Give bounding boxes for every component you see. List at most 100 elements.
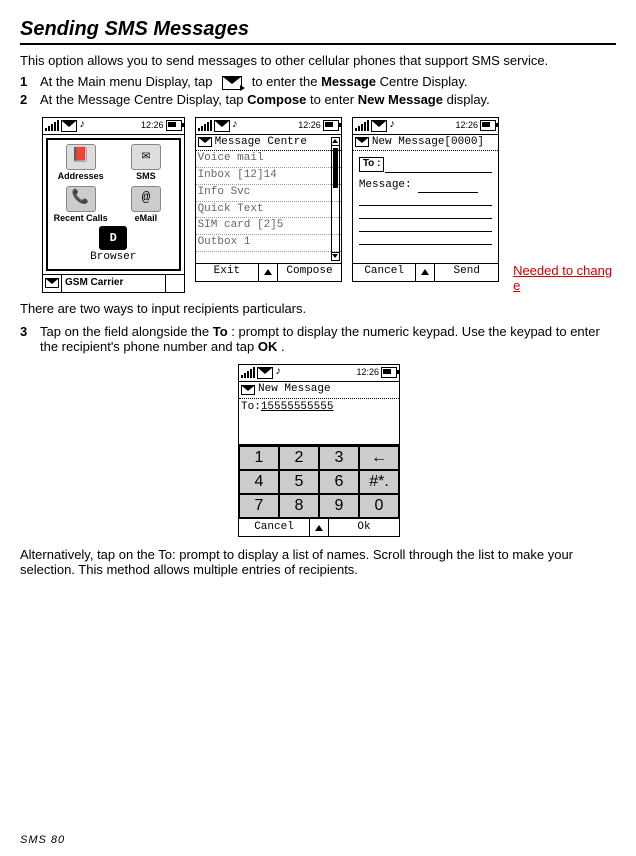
key-4[interactable]: 4 bbox=[239, 470, 279, 494]
music-icon: ♪ bbox=[232, 119, 239, 133]
screen-title-row: Message Centre bbox=[196, 135, 341, 152]
home-sms[interactable]: ✉ SMS bbox=[117, 144, 174, 182]
key-6[interactable]: 6 bbox=[319, 470, 359, 494]
compose-body: New Message[0000] To : Message: bbox=[353, 135, 498, 263]
cancel-button[interactable]: Cancel bbox=[353, 265, 416, 279]
list-item-inbox[interactable]: Inbox [12]14 bbox=[196, 168, 341, 185]
list-item-voicemail[interactable]: Voice mail bbox=[196, 151, 341, 168]
signal-icon bbox=[45, 120, 59, 131]
key-8[interactable]: 8 bbox=[279, 494, 319, 518]
envelope-icon bbox=[257, 367, 273, 379]
signal-icon bbox=[241, 367, 255, 378]
home-recent-calls[interactable]: 📞 Recent Calls bbox=[52, 186, 109, 224]
list-item-simcard[interactable]: SIM card [2]5 bbox=[196, 218, 341, 235]
message-input-line[interactable] bbox=[359, 232, 492, 245]
music-icon: ♪ bbox=[389, 119, 396, 133]
to-input-line[interactable] bbox=[385, 162, 492, 173]
up-arrow-button[interactable] bbox=[309, 519, 329, 536]
scroll-up-icon[interactable] bbox=[332, 138, 339, 146]
envelope-icon bbox=[355, 137, 369, 147]
list-item-outbox[interactable]: Outbox 1 bbox=[196, 235, 341, 252]
step-number: 1 bbox=[20, 74, 40, 90]
to-prompt[interactable]: To : bbox=[359, 157, 385, 172]
key-backspace[interactable]: ← bbox=[359, 446, 399, 470]
list-item-infosvc[interactable]: Info Svc bbox=[196, 185, 341, 202]
clock-text: 12:26 bbox=[356, 367, 379, 378]
addresses-label: Addresses bbox=[52, 171, 109, 182]
key-9[interactable]: 9 bbox=[319, 494, 359, 518]
sms-label: SMS bbox=[117, 171, 174, 182]
home-browser[interactable]: D Browser bbox=[52, 226, 175, 265]
scrollbar[interactable] bbox=[331, 137, 340, 261]
compose-button[interactable]: Compose bbox=[278, 265, 341, 279]
signal-icon bbox=[355, 120, 369, 131]
envelope-icon bbox=[198, 137, 212, 147]
home-screen: ♪ 12:26 📕 Addresses ✉ SMS 📞 Recent Calls bbox=[42, 117, 185, 293]
exit-button[interactable]: Exit bbox=[196, 265, 259, 279]
message-input-line[interactable] bbox=[359, 206, 492, 219]
to-field[interactable]: To:15555555555 bbox=[239, 399, 399, 417]
editor-note: Needed to chang e bbox=[513, 263, 616, 293]
key-5[interactable]: 5 bbox=[279, 470, 319, 494]
recent-calls-label: Recent Calls bbox=[52, 213, 109, 224]
up-arrow-button[interactable] bbox=[258, 264, 278, 281]
music-icon: ♪ bbox=[275, 366, 282, 380]
list-item-quicktext[interactable]: Quick Text bbox=[196, 202, 341, 219]
battery-icon bbox=[381, 367, 397, 378]
screen-title: New Message[0000] bbox=[372, 136, 484, 150]
keypad-body: New Message To:15555555555 bbox=[239, 382, 399, 445]
home-addresses[interactable]: 📕 Addresses bbox=[52, 144, 109, 182]
footer-envelope-icon[interactable] bbox=[43, 275, 62, 292]
step-fragment: At the Message Centre Display, tap bbox=[40, 92, 247, 107]
email-icon: @ bbox=[131, 186, 161, 212]
key-symbols[interactable]: #*. bbox=[359, 470, 399, 494]
scroll-down-icon[interactable] bbox=[332, 252, 339, 260]
step-bold: Compose bbox=[247, 92, 306, 107]
clock-text: 12:26 bbox=[298, 120, 321, 131]
home-body: 📕 Addresses ✉ SMS 📞 Recent Calls @ eMail… bbox=[46, 138, 181, 271]
message-input-line[interactable] bbox=[359, 219, 492, 232]
addresses-icon: 📕 bbox=[66, 144, 96, 170]
email-label: eMail bbox=[117, 213, 174, 224]
soft-button-bar: Exit Compose bbox=[196, 263, 341, 281]
key-7[interactable]: 7 bbox=[239, 494, 279, 518]
message-input-line[interactable] bbox=[359, 193, 492, 206]
scroll-thumb[interactable] bbox=[333, 148, 338, 188]
numeric-keypad: 1 2 3 ← 4 5 6 #*. 7 8 9 0 bbox=[239, 444, 399, 518]
envelope-icon bbox=[214, 120, 230, 132]
sms-compose-icon bbox=[222, 76, 242, 90]
status-bar: ♪ 12:26 bbox=[239, 365, 399, 382]
step-number: 2 bbox=[20, 92, 40, 107]
ok-button[interactable]: Ok bbox=[329, 521, 399, 535]
up-arrow-button[interactable] bbox=[415, 264, 435, 281]
key-0[interactable]: 0 bbox=[359, 494, 399, 518]
step-fragment: Tap on the field alongside the bbox=[40, 324, 213, 339]
send-button[interactable]: Send bbox=[435, 265, 498, 279]
page-title: Sending SMS Messages bbox=[20, 18, 616, 45]
screen-title-row: New Message[0000] bbox=[353, 135, 498, 152]
screen-title-row: New Message bbox=[239, 382, 399, 399]
page-footer: SMS 80 bbox=[20, 834, 65, 846]
clock-text: 12:26 bbox=[456, 120, 479, 131]
message-centre-screen: ♪ 12:26 Message Centre Voice mail Inbox … bbox=[195, 117, 342, 282]
keypad-screen: ♪ 12:26 New Message To:15555555555 1 2 3… bbox=[238, 364, 400, 538]
soft-button-bar: Cancel Send bbox=[353, 263, 498, 281]
step-bold: To bbox=[213, 324, 228, 339]
step-text: At the Message Centre Display, tap Compo… bbox=[40, 92, 616, 107]
step-fragment: At the Main menu Display, tap bbox=[40, 74, 212, 89]
carrier-label: GSM Carrier bbox=[62, 277, 165, 290]
step-fragment: Centre Display. bbox=[380, 74, 468, 89]
key-2[interactable]: 2 bbox=[279, 446, 319, 470]
signal-icon bbox=[198, 120, 212, 131]
cancel-button[interactable]: Cancel bbox=[239, 521, 309, 535]
screen-title: Message Centre bbox=[215, 136, 307, 150]
recent-calls-icon: 📞 bbox=[66, 186, 96, 212]
status-bar: ♪ 12:26 bbox=[353, 118, 498, 135]
sms-icon: ✉ bbox=[131, 144, 161, 170]
intro-text: This option allows you to send messages … bbox=[20, 53, 616, 68]
key-1[interactable]: 1 bbox=[239, 446, 279, 470]
home-email[interactable]: @ eMail bbox=[117, 186, 174, 224]
envelope-icon bbox=[61, 120, 77, 132]
message-input-line[interactable] bbox=[418, 180, 478, 193]
key-3[interactable]: 3 bbox=[319, 446, 359, 470]
